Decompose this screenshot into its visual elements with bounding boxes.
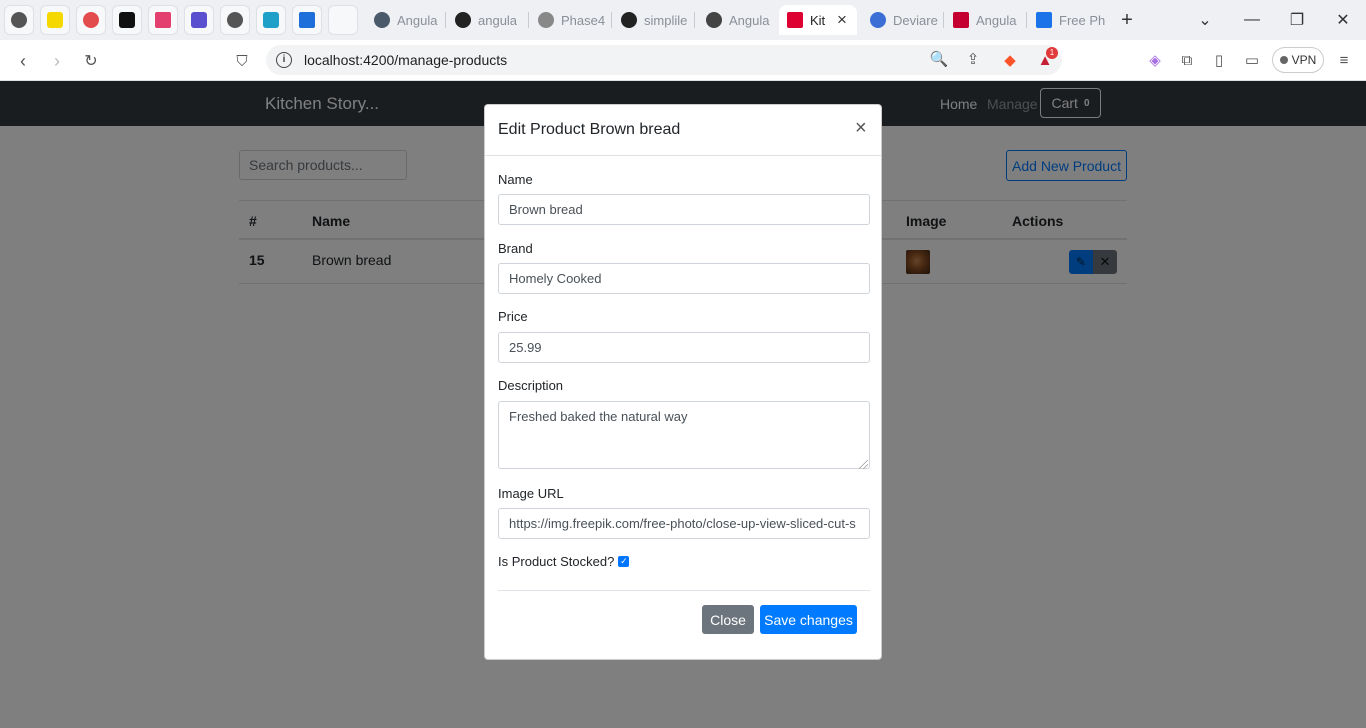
- page: Kitchen Story... Home Manage Cart0 Add N…: [0, 81, 1366, 728]
- pinned-tab-1[interactable]: [40, 5, 70, 35]
- tab-4[interactable]: simplile: [613, 5, 693, 35]
- leo-icon[interactable]: ◈: [1144, 49, 1166, 71]
- globe-icon: [11, 12, 27, 28]
- stocked-label: Is Product Stocked?: [498, 554, 615, 569]
- pinned-tab-6[interactable]: [220, 5, 250, 35]
- brand-label: Brand: [498, 241, 533, 256]
- back-icon[interactable]: ‹: [10, 48, 36, 74]
- zoom-icon[interactable]: 🔍: [928, 48, 950, 70]
- pinned-tab-globe[interactable]: [4, 5, 34, 35]
- name-field[interactable]: [498, 194, 870, 225]
- close-tab-icon[interactable]: ×: [837, 10, 847, 30]
- github-icon: [621, 12, 637, 28]
- openai-icon: [706, 12, 722, 28]
- tab-8[interactable]: Angula: [945, 5, 1025, 35]
- crown-icon: [119, 12, 135, 28]
- globe-icon: [227, 12, 243, 28]
- hex-icon: [83, 12, 99, 28]
- forms-icon: [1036, 12, 1052, 28]
- pinned-tab-5[interactable]: [184, 5, 214, 35]
- tab-search-chevron-icon[interactable]: ⌄: [1193, 8, 1217, 32]
- browser-tab-bar: Angula angula Phase4 simplile Angula Kit…: [0, 0, 1366, 40]
- angular-icon: [787, 12, 803, 28]
- tab-3[interactable]: Phase4: [530, 5, 610, 35]
- brand-field[interactable]: [498, 263, 870, 294]
- reload-icon[interactable]: ↻: [78, 48, 104, 74]
- stocked-row: Is Product Stocked? ✓: [498, 554, 630, 569]
- tab-2[interactable]: angula: [447, 5, 527, 35]
- github-icon: [455, 12, 471, 28]
- browser-toolbar: ‹ › ↻ ⛉ i localhost:4200/manage-products…: [0, 40, 1366, 81]
- image-url-label: Image URL: [498, 486, 564, 501]
- close-button[interactable]: Close: [702, 605, 754, 634]
- tab-1[interactable]: Angula: [366, 5, 446, 35]
- pinned-tab-9[interactable]: [328, 5, 358, 35]
- extensions-icon[interactable]: ⧉: [1176, 49, 1198, 71]
- modal-title: Edit Product Brown bread: [498, 121, 681, 138]
- restore-button[interactable]: ❐: [1285, 8, 1309, 32]
- pinned-tab-8[interactable]: [292, 5, 322, 35]
- minimize-button[interactable]: —: [1240, 8, 1264, 32]
- modal-header: Edit Product Brown bread ×: [485, 105, 881, 156]
- description-label: Description: [498, 378, 564, 393]
- tab-favicon-icon: [374, 12, 390, 28]
- price-field[interactable]: [498, 332, 870, 363]
- tab-9[interactable]: Free Ph: [1028, 5, 1108, 35]
- modal-footer-divider: [498, 590, 870, 591]
- stocked-checkbox[interactable]: ✓: [618, 556, 630, 567]
- forward-icon[interactable]: ›: [44, 48, 70, 74]
- pinned-tab-4[interactable]: [148, 5, 178, 35]
- resize-grip-icon[interactable]: [859, 460, 868, 469]
- rewards-badge: 1: [1046, 47, 1058, 59]
- site-info-icon[interactable]: i: [276, 52, 292, 68]
- image-url-field[interactable]: [498, 508, 870, 539]
- brave-shields-icon[interactable]: ◆: [999, 49, 1021, 71]
- pinned-tab-7[interactable]: [256, 5, 286, 35]
- menu-icon[interactable]: ≡: [1333, 49, 1355, 71]
- sidebar-icon[interactable]: ▯: [1208, 49, 1230, 71]
- url-text[interactable]: localhost:4200/manage-products: [304, 52, 507, 68]
- terminal-icon: [299, 12, 315, 28]
- bookmark-icon[interactable]: ⛉: [229, 48, 255, 74]
- pen-icon: [47, 12, 63, 28]
- name-label: Name: [498, 172, 533, 187]
- tab-7[interactable]: Deviare: [862, 5, 942, 35]
- description-field[interactable]: Freshed baked the natural way: [498, 401, 870, 469]
- window-close-button[interactable]: ✕: [1331, 8, 1355, 32]
- tab-active-kitchen-story[interactable]: Kit ×: [779, 5, 857, 35]
- modal-close-icon[interactable]: ×: [855, 118, 867, 138]
- address-bar[interactable]: i localhost:4200/manage-products 🔍 ⇪: [266, 45, 1062, 75]
- price-label: Price: [498, 309, 528, 324]
- pinned-tab-2[interactable]: [76, 5, 106, 35]
- angular-icon: [953, 12, 969, 28]
- p-icon: [155, 12, 171, 28]
- github-icon: [538, 12, 554, 28]
- pinned-tab-3[interactable]: [112, 5, 142, 35]
- seventyfive-icon: [191, 12, 207, 28]
- wallet-icon[interactable]: ▭: [1241, 49, 1263, 71]
- vpn-button[interactable]: VPN: [1272, 47, 1324, 73]
- share-icon[interactable]: ⇪: [962, 48, 984, 70]
- js-icon: [263, 12, 279, 28]
- vpn-status-icon: [1279, 56, 1288, 64]
- s-icon: [870, 12, 886, 28]
- save-changes-button[interactable]: Save changes: [760, 605, 857, 634]
- tab-5[interactable]: Angula: [698, 5, 776, 35]
- edit-product-modal: Edit Product Brown bread × Name Brand Pr…: [484, 104, 882, 660]
- new-tab-button[interactable]: +: [1115, 8, 1139, 32]
